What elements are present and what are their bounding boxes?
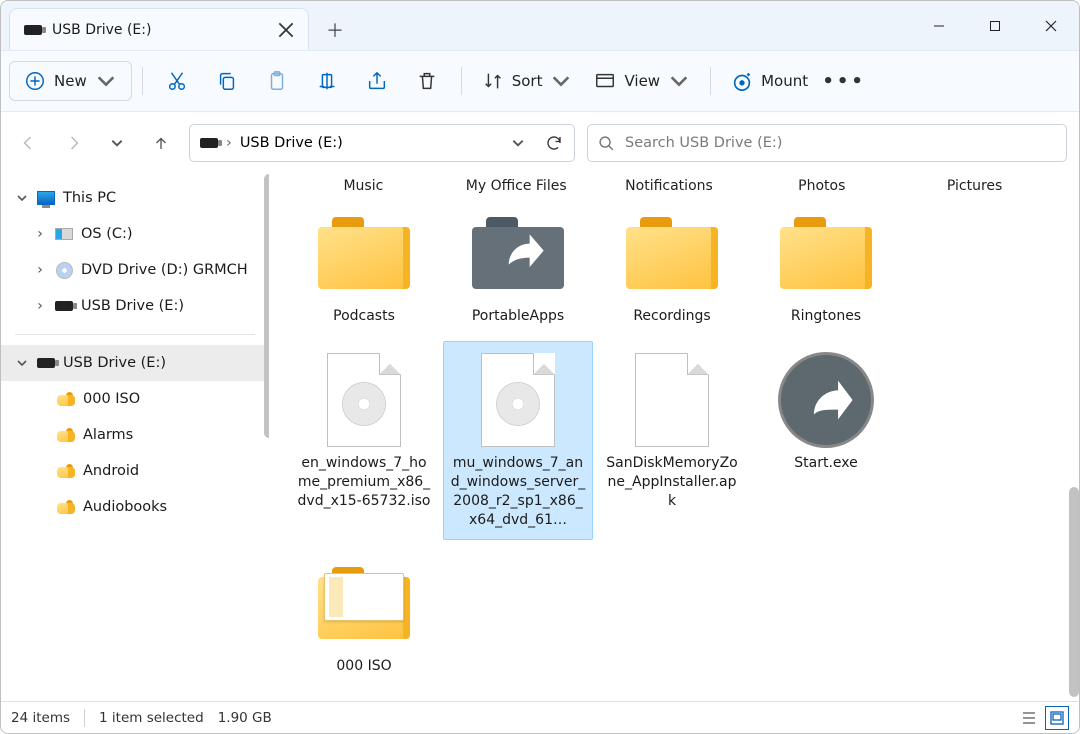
item-folder-podcasts[interactable]: Podcasts <box>289 194 439 337</box>
usb-drive-icon <box>24 25 42 35</box>
navtree-sub-android[interactable]: Android <box>1 453 269 489</box>
more-options-button[interactable]: ••• <box>820 61 868 101</box>
disc-image-icon <box>481 353 555 447</box>
folder-preview-icon <box>318 567 410 639</box>
title-bar: USB Drive (E:) ＋ <box>1 1 1079 50</box>
navtree-usb-e-expanded[interactable]: USB Drive (E:) <box>1 345 269 381</box>
status-selection-size: 1.90 GB <box>218 710 272 726</box>
window-maximize-button[interactable] <box>967 1 1023 50</box>
window-close-button[interactable] <box>1023 1 1079 50</box>
nav-recent-dropdown[interactable] <box>101 127 133 159</box>
copy-button[interactable] <box>203 61 251 101</box>
window-minimize-button[interactable] <box>911 1 967 50</box>
folder-icon <box>57 392 75 406</box>
delete-button[interactable] <box>403 61 451 101</box>
disc-icon <box>56 262 73 279</box>
folder-icon <box>57 428 75 442</box>
disc-image-icon <box>327 353 401 447</box>
folder-icon <box>626 217 718 289</box>
refresh-button[interactable] <box>540 129 568 157</box>
file-list[interactable]: Music My Office Files Notifications Phot… <box>269 174 1069 701</box>
mount-button[interactable]: Mount <box>721 61 818 101</box>
command-bar: New Sort View Mount ••• <box>1 50 1079 112</box>
address-bar[interactable]: › USB Drive (E:) <box>189 124 575 162</box>
search-icon <box>598 135 615 152</box>
item-folder-portableapps[interactable]: PortableApps <box>443 194 593 337</box>
usb-drive-icon <box>37 358 55 368</box>
navtree-sub-audiobooks[interactable]: Audiobooks <box>1 489 269 525</box>
window-tab[interactable]: USB Drive (E:) <box>9 8 309 50</box>
navigation-pane: This PC › OS (C:) › DVD Drive (D:) GRMCH… <box>1 174 269 701</box>
partial-row-labels: Music My Office Files Notifications Phot… <box>289 174 1049 194</box>
content-scrollbar[interactable] <box>1069 174 1079 701</box>
folder-shortcut-icon <box>472 217 564 289</box>
navtree-this-pc[interactable]: This PC <box>1 180 269 216</box>
item-file-iso-mu-windows7[interactable]: mu_windows_7_and_windows_server_2008_r2_… <box>443 341 593 541</box>
new-tab-button[interactable]: ＋ <box>315 10 355 50</box>
app-shortcut-icon <box>781 355 871 445</box>
nav-up-button[interactable] <box>145 127 177 159</box>
folder-icon <box>57 464 75 478</box>
status-item-count: 24 items <box>11 710 70 726</box>
view-details-button[interactable] <box>1017 706 1041 730</box>
nav-forward-button[interactable] <box>57 127 89 159</box>
navtree-dvd-d[interactable]: › DVD Drive (D:) GRMCH <box>1 252 269 288</box>
folder-icon <box>57 500 75 514</box>
usb-drive-icon <box>200 138 218 148</box>
search-input[interactable] <box>625 135 1056 151</box>
cut-button[interactable] <box>153 61 201 101</box>
navtree-os-c[interactable]: › OS (C:) <box>1 216 269 252</box>
status-bar: 24 items 1 item selected 1.90 GB <box>1 701 1079 733</box>
folder-icon <box>780 217 872 289</box>
drive-icon <box>55 228 73 240</box>
new-button[interactable]: New <box>9 61 132 101</box>
tab-title: USB Drive (E:) <box>52 22 268 38</box>
view-large-icons-button[interactable] <box>1045 706 1069 730</box>
file-icon <box>635 353 709 447</box>
status-selection-count: 1 item selected <box>99 710 204 726</box>
navtree-usb-e[interactable]: › USB Drive (E:) <box>1 288 269 324</box>
view-button[interactable]: View <box>584 61 700 101</box>
navigation-row: › USB Drive (E:) <box>1 112 1079 174</box>
navtree-sub-000iso[interactable]: 000 ISO <box>1 381 269 417</box>
item-folder-ringtones[interactable]: Ringtones <box>751 194 901 337</box>
paste-button[interactable] <box>253 61 301 101</box>
search-box[interactable] <box>587 124 1067 162</box>
item-file-exe-start[interactable]: Start.exe <box>751 341 901 541</box>
nav-back-button[interactable] <box>13 127 45 159</box>
rename-button[interactable] <box>303 61 351 101</box>
navtree-sub-alarms[interactable]: Alarms <box>1 417 269 453</box>
folder-icon <box>318 217 410 289</box>
address-history-dropdown[interactable] <box>504 129 532 157</box>
item-file-apk-sandisk[interactable]: SanDiskMemoryZone_AppInstaller.apk <box>597 341 747 541</box>
breadcrumb-item[interactable]: USB Drive (E:) <box>240 135 343 151</box>
tab-close-button[interactable] <box>278 22 294 38</box>
item-folder-000iso[interactable]: 000 ISO <box>289 544 439 687</box>
sort-button[interactable]: Sort <box>472 61 583 101</box>
item-file-iso-win7home[interactable]: en_windows_7_home_premium_x86_dvd_x15-65… <box>289 341 439 541</box>
share-button[interactable] <box>353 61 401 101</box>
monitor-icon <box>37 191 55 205</box>
breadcrumb-chevron-icon: › <box>226 135 232 151</box>
usb-drive-icon <box>55 301 73 311</box>
item-folder-recordings[interactable]: Recordings <box>597 194 747 337</box>
